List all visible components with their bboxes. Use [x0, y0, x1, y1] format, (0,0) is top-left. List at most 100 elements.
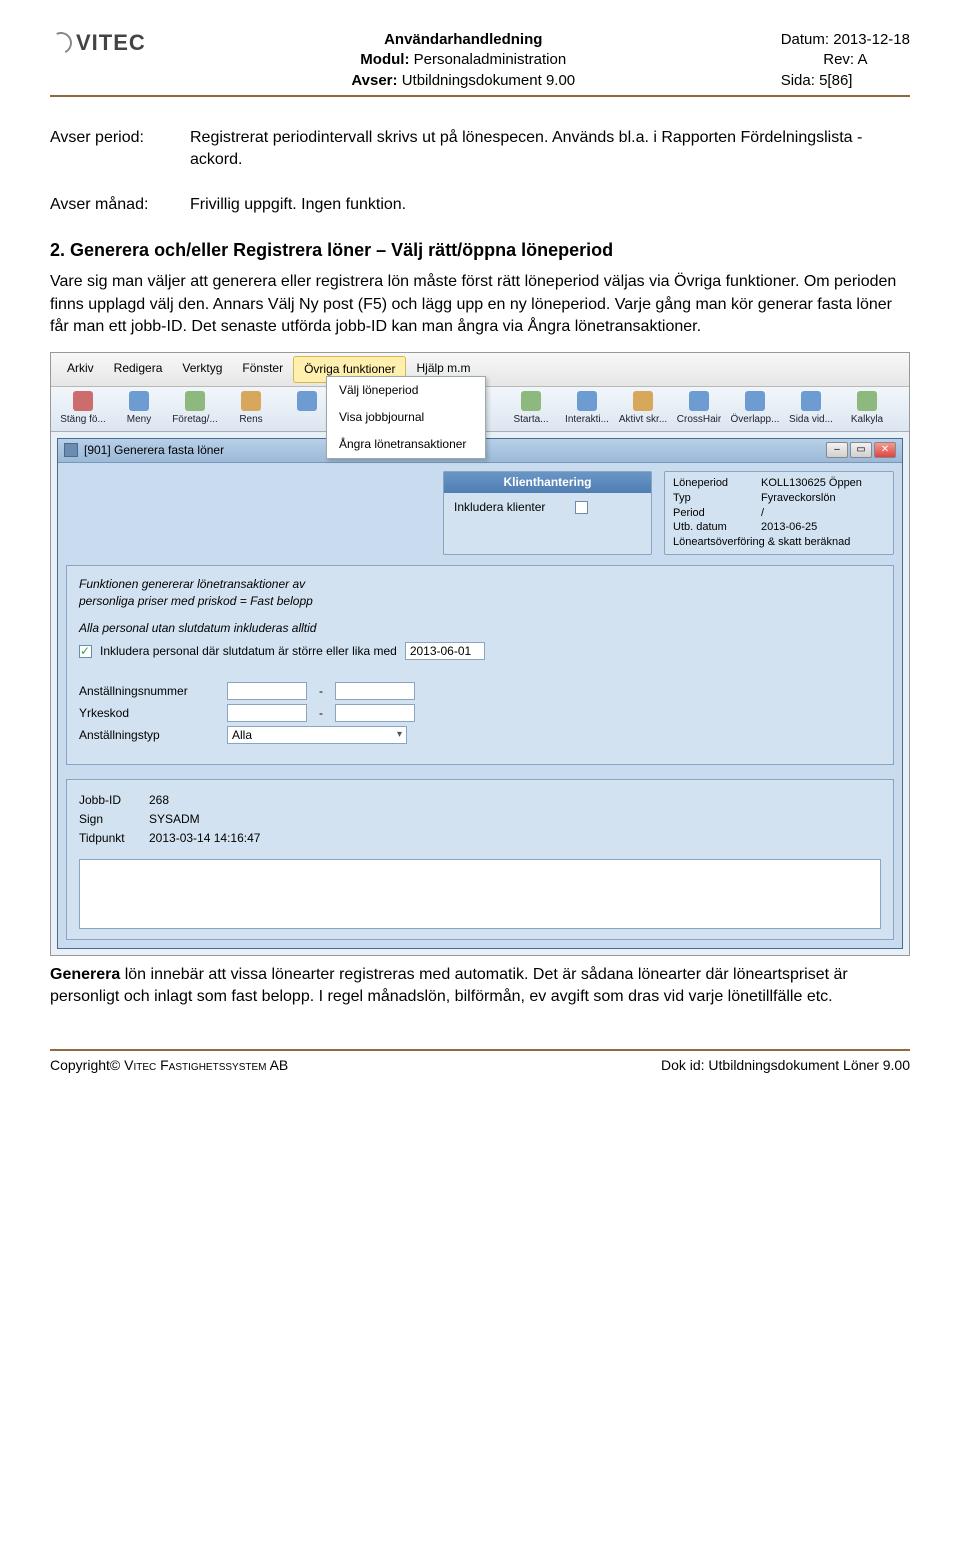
middle-panel: Funktionen genererar lönetransaktioner a…	[66, 565, 894, 765]
yrke-to-input[interactable]	[335, 704, 415, 722]
klient-panel: Klienthantering Inkludera klienter	[443, 471, 652, 555]
rev-label: Rev:	[823, 51, 854, 68]
def-text-period: Registrerat periodintervall skrivs ut på…	[190, 127, 910, 172]
footer-left-prefix: Copyright©	[50, 1057, 124, 1073]
menu-icon	[129, 391, 149, 411]
logo-swirl-icon	[47, 29, 75, 57]
subwindow-titlebar: [901] Generera fasta löner – ▭ ✕	[58, 439, 902, 463]
tool-fil[interactable]: Fil	[447, 391, 503, 427]
tool-starta[interactable]: Starta...	[503, 391, 559, 427]
footer-left-company: Vitec Fastighetssystem AB	[124, 1057, 288, 1073]
include-personal-label: Inkludera personal där slutdatum är stör…	[100, 643, 397, 660]
para2-bold: Generera	[50, 966, 120, 983]
anstyp-select[interactable]: Alla	[227, 726, 407, 744]
info-typ-label: Typ	[673, 491, 761, 506]
bottom-panel: Jobb-ID268 SignSYSADM Tidpunkt2013-03-14…	[66, 779, 894, 939]
anstyp-label: Anställningstyp	[79, 727, 219, 744]
def-label-month: Avser månad:	[50, 194, 190, 216]
info-utbdatum-value: 2013-06-25	[761, 520, 817, 535]
generic-icon	[353, 391, 373, 411]
calc-icon	[857, 391, 877, 411]
tool-aktivt[interactable]: Aktivt skr...	[615, 391, 671, 427]
footer-right-value: Utbildningsdokument Löner 9.00	[708, 1057, 910, 1073]
yrke-label: Yrkeskod	[79, 705, 219, 722]
klient-include-checkbox[interactable]	[575, 501, 588, 514]
company-icon	[185, 391, 205, 411]
page-label: Sida:	[781, 72, 815, 89]
tool-sidavid[interactable]: Sida vid...	[783, 391, 839, 427]
subwindow: [901] Generera fasta löner – ▭ ✕ Klienth…	[57, 438, 903, 949]
sign-label: Sign	[79, 811, 149, 828]
overlap-icon	[745, 391, 765, 411]
start-icon	[521, 391, 541, 411]
window-icon	[64, 443, 78, 457]
minimize-button[interactable]: –	[826, 442, 848, 458]
app-screenshot: Arkiv Redigera Verktyg Fönster Övriga fu…	[50, 352, 910, 956]
menu-fonster[interactable]: Fönster	[232, 356, 293, 383]
tool-blank2[interactable]	[335, 391, 391, 427]
close-icon	[73, 391, 93, 411]
footer-right-label: Dok id:	[661, 1057, 705, 1073]
avser-label: Avser:	[351, 72, 397, 89]
menu-ovriga-funktioner[interactable]: Övriga funktioner	[293, 356, 406, 383]
desc-line-1: Funktionen genererar lönetransaktioner a…	[79, 576, 881, 593]
menu-verktyg[interactable]: Verktyg	[172, 356, 232, 383]
jobid-label: Jobb-ID	[79, 792, 149, 809]
tool-foretag[interactable]: Företag/...	[167, 391, 223, 427]
anst-label: Anställningsnummer	[79, 683, 219, 700]
header-center: Användarhandledning Modul: Personaladmin…	[351, 30, 575, 91]
info-lastline: Löneartsöverföring & skatt beräknad	[673, 535, 885, 550]
tool-meny[interactable]: Meny	[111, 391, 167, 427]
menu-arkiv[interactable]: Arkiv	[57, 356, 104, 383]
info-loneperiod-value: KOLL130625 Öppen	[761, 476, 862, 491]
maximize-button[interactable]: ▭	[850, 442, 872, 458]
include-personal-checkbox[interactable]	[79, 645, 92, 658]
def-text-month: Frivillig uppgift. Ingen funktion.	[190, 194, 406, 216]
interact-icon	[577, 391, 597, 411]
include-personal-date-input[interactable]	[405, 642, 485, 660]
desc-line-3: Alla personal utan slutdatum inkluderas …	[79, 620, 881, 637]
date-label: Datum:	[781, 31, 829, 48]
dash: -	[315, 705, 327, 722]
tool-blank1[interactable]	[279, 391, 335, 427]
yrke-from-input[interactable]	[227, 704, 307, 722]
close-button[interactable]: ✕	[874, 442, 896, 458]
tool-interakti[interactable]: Interakti...	[559, 391, 615, 427]
sign-value: SYSADM	[149, 811, 200, 828]
date-value: 2013-12-18	[833, 31, 910, 48]
doc-title: Användarhandledning	[351, 30, 575, 50]
info-period-label: Period	[673, 506, 761, 521]
file-icon	[465, 391, 485, 411]
module-label: Modul:	[360, 51, 409, 68]
tid-label: Tidpunkt	[79, 830, 149, 847]
tool-crosshair[interactable]: CrossHair	[671, 391, 727, 427]
menu-redigera[interactable]: Redigera	[104, 356, 173, 383]
anst-from-input[interactable]	[227, 682, 307, 700]
menu-hjalp[interactable]: Hjälp m.m	[406, 356, 480, 383]
para2-rest: lön innebär att vissa lönearter registre…	[50, 966, 848, 1005]
info-typ-value: Fyraveckorslön	[761, 491, 836, 506]
logo: VITEC	[50, 30, 146, 56]
page-header: VITEC Användarhandledning Modul: Persona…	[50, 30, 910, 97]
page-value: 5[86]	[819, 72, 852, 89]
paragraph-1: Vare sig man väljer att generera eller r…	[50, 271, 910, 338]
sidebyside-icon	[801, 391, 821, 411]
module-value: Personaladministration	[414, 51, 567, 68]
jobid-value: 268	[149, 792, 169, 809]
avser-value: Utbildningsdokument 9.00	[402, 72, 575, 89]
def-label-period: Avser period:	[50, 127, 190, 172]
anst-to-input[interactable]	[335, 682, 415, 700]
info-loneperiod-label: Löneperiod	[673, 476, 761, 491]
logo-text: VITEC	[76, 30, 146, 56]
generic-icon	[297, 391, 317, 411]
desc-line-2: personliga priser med priskod = Fast bel…	[79, 593, 881, 610]
subwindow-title: [901] Generera fasta löner	[84, 442, 224, 459]
info-panel: LöneperiodKOLL130625 Öppen TypFyraveckor…	[664, 471, 894, 555]
log-area	[79, 859, 881, 929]
tool-overlapp[interactable]: Överlapp...	[727, 391, 783, 427]
tool-stang[interactable]: Stäng fö...	[55, 391, 111, 427]
tool-blank3[interactable]	[391, 391, 447, 427]
generic-icon	[409, 391, 429, 411]
tool-kalkyla[interactable]: Kalkyla	[839, 391, 895, 427]
tool-rens[interactable]: Rens	[223, 391, 279, 427]
